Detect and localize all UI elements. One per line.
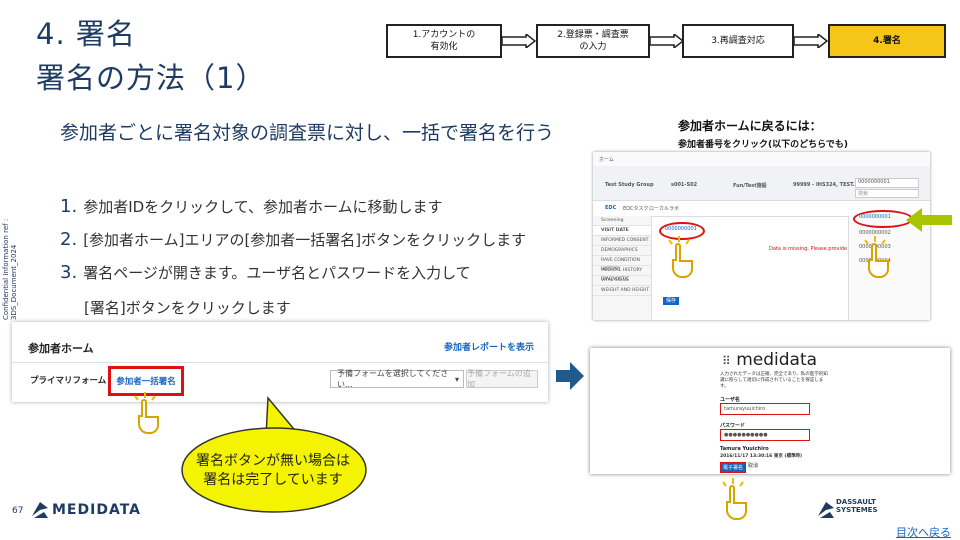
filter-form[interactable]: Fun/Test施設	[733, 182, 767, 189]
instruction-1: 1. 参加者IDをクリックして、参加者ホームに移動します	[60, 196, 443, 217]
bubble-line1: 署名ボタンが無い場合は	[196, 453, 350, 469]
filter-site[interactable]: s001-S02	[671, 182, 697, 188]
form-list-item[interactable]: VITAL SIGNS	[593, 276, 651, 286]
rave-home-label[interactable]: ホーム	[599, 156, 614, 163]
rave-filters: Test Study Group s001-S02 Fun/Test施設 999…	[593, 166, 930, 201]
instruction-text: [参加者ホーム]エリアの[参加者一括署名]ボタンをクリックします	[83, 231, 527, 249]
3ds-logo-icon	[30, 500, 50, 524]
page-number: 67	[12, 506, 24, 516]
bubble-line2: 署名は完了しています	[203, 472, 343, 488]
step-arrow-icon	[502, 34, 536, 48]
step-1-line2: 有効化	[430, 42, 458, 52]
tab-edc-task[interactable]: EDCタスク	[623, 205, 649, 212]
chevron-down-icon: ▾	[454, 374, 459, 384]
tab-edc[interactable]: EDC	[605, 205, 616, 211]
rave-form-list: Screening VISIT DATE INFORMED CONSENT DE…	[593, 216, 652, 320]
return-home-sub: 参加者番号をクリック(以下のどちらでも)	[678, 140, 848, 150]
add-form-button[interactable]: 予備フォームの追加	[466, 369, 538, 389]
step-4-line1: 4.署名	[873, 36, 901, 46]
missing-data-note: Data is missing. Please provide data	[769, 246, 860, 252]
filter-id[interactable]: 99999 - IHS324, TEST...	[793, 182, 858, 188]
form-list-item[interactable]: VISIT DATE	[593, 226, 651, 236]
panel-title: 参加者ホーム	[28, 342, 94, 355]
rave-search-input[interactable]: 検索	[855, 189, 919, 198]
3ds-logo-icon	[816, 500, 836, 524]
form-list-item[interactable]: DEMOGRAPHICS	[593, 246, 651, 256]
form-list-item[interactable]: Screening	[593, 216, 651, 226]
hand-pointer-icon	[128, 390, 162, 438]
instruction-text: 参加者IDをクリックして、参加者ホームに移動します	[83, 198, 443, 216]
signer-date: 2016/11/17 13:30:16 東京 (標準時)	[720, 454, 803, 459]
title-line1: 4. 署名	[36, 17, 136, 51]
step-2-line2: の入力	[579, 42, 607, 52]
subject-row[interactable]: 0000000001	[859, 214, 891, 220]
step-3-line1: 3.再調査対応	[711, 36, 765, 46]
divider	[12, 362, 548, 363]
sign-button[interactable]: 電子署名	[720, 462, 746, 473]
signer-name: Tamura Yuuichiro	[720, 446, 769, 452]
bubble-text: 署名ボタンが無い場合は 署名は完了しています	[195, 452, 351, 490]
hand-pointer-icon	[858, 234, 892, 282]
participant-report-link[interactable]: 参加者レポートを表示	[444, 340, 534, 353]
step-4-active: 4.署名	[828, 24, 946, 58]
step-1-line1: 1.アカウントの	[412, 30, 476, 40]
password-field[interactable]: ●●●●●●●●●●	[720, 429, 810, 441]
password-label: パスワード	[720, 423, 746, 429]
form-list-item[interactable]: MEDICAL HISTORY DIAGNOSTIC	[593, 266, 651, 282]
instruction-3: 3. 署名ページが開きます。ユーザ名とパスワードを入力して	[60, 262, 471, 283]
rave-topbar: ホーム	[593, 152, 930, 167]
participant-home-panel: 参加者ホーム 参加者レポートを表示 プライマリフォーム 参加者一括署名 予備フォ…	[12, 322, 548, 402]
instruction-3-cont: [署名]ボタンをクリックします	[84, 299, 291, 317]
instruction-num: 3.	[60, 262, 78, 283]
instruction-2: 2. [参加者ホーム]エリアの[参加者一括署名]ボタンをクリックします	[60, 229, 526, 250]
step-2-line1: 2.登録票・調査票	[557, 30, 629, 40]
step-arrow-icon	[650, 34, 684, 48]
username-label: ユーザ名	[720, 397, 740, 403]
dassault-line1: DASSAULT	[836, 498, 876, 506]
attestation-text: 入力されたデータは正確、完全であり、私の医学的知識に照らして適切に作成されている…	[720, 372, 828, 389]
title-line2: 署名の方法（1）	[36, 61, 266, 95]
filter-study[interactable]: Test Study Group	[605, 182, 654, 188]
dassault-line2: SYSTEMES	[836, 506, 878, 514]
form-list-item[interactable]: WEIGHT AND HEIGHT	[593, 286, 651, 296]
save-button[interactable]: 保存	[663, 297, 679, 305]
return-home-title: 参加者ホームに戻るには：	[678, 119, 822, 133]
additional-form-select[interactable]: 予備フォームを選択してください... ▾	[330, 369, 464, 389]
subject-id-field[interactable]: 0000000001	[855, 178, 919, 188]
instruction-num: 1.	[60, 196, 78, 217]
step-2: 2.登録票・調査票 の入力	[536, 24, 650, 58]
medidata-logo: ⠿ medidata	[722, 350, 817, 370]
subtitle: 参加者ごとに署名対象の調査票に対し、一括で署名を行う	[60, 122, 555, 144]
instruction-text: 署名ページが開きます。ユーザ名とパスワードを入力して	[83, 264, 471, 282]
form-select-value: 予備フォームを選択してください...	[337, 369, 449, 389]
dassault-logo: DASSAULT SYSTEMES	[836, 498, 878, 514]
toc-link[interactable]: 目次へ戻る	[896, 524, 951, 540]
medidata-signature-dialog: ⠿ medidata 入力されたデータは正確、完全であり、私の医学的知識に照らし…	[590, 348, 950, 474]
subject-link[interactable]: 0000000001	[665, 226, 697, 232]
medidata-logo-text: medidata	[736, 350, 818, 370]
next-arrow-icon	[556, 362, 584, 394]
form-list-item[interactable]: RAVE CONDITION HISTORY	[593, 256, 651, 272]
medidata-footer-logo: MEDIDATA	[52, 502, 141, 518]
step-3: 3.再調査対応	[682, 24, 794, 58]
username-field[interactable]: tamurayuuichiro	[720, 403, 810, 415]
cancel-button[interactable]: 取消	[748, 462, 758, 469]
form-list-item[interactable]: INFORMED CONSENT	[593, 236, 651, 246]
step-arrow-icon	[794, 34, 828, 48]
instruction-num: 2.	[60, 229, 78, 250]
hand-pointer-icon	[716, 476, 750, 524]
tab-local-lab[interactable]: ローカルラボ	[649, 205, 679, 212]
step-1: 1.アカウントの 有効化	[386, 24, 502, 58]
hand-pointer-icon	[662, 234, 696, 282]
dots-icon: ⠿	[722, 354, 731, 368]
page-title: 4. 署名 署名の方法（1）	[36, 12, 265, 100]
primary-form-label: プライマリフォーム	[30, 376, 107, 386]
confidential-label: Confidential Information ref : 3DS_Docum…	[2, 218, 18, 320]
pointer-arrow-icon	[906, 208, 954, 236]
